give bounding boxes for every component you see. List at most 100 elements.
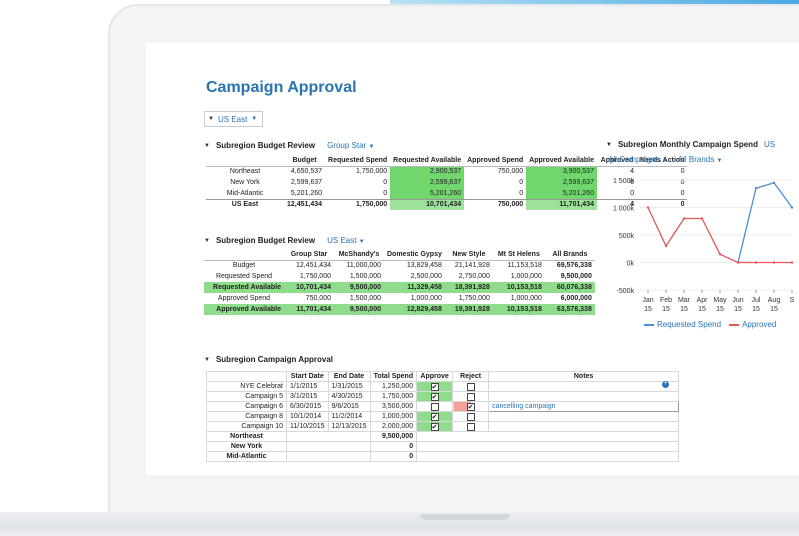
table-row: Requested Spend 1,750,000 1,500,000 2,500,0… xyxy=(204,271,595,282)
table-row: Campaign 6 6/30/2015 9/6/2015 3,500,000 ✔ can… xyxy=(206,401,680,412)
table-cell: 11,701,434 xyxy=(526,198,597,210)
x-tick-label: May xyxy=(713,297,727,304)
total-spend: 1,250,000 xyxy=(369,381,418,392)
subregion-name: Northeast xyxy=(206,431,287,442)
notes-field[interactable]: cancelling campaign xyxy=(488,401,680,412)
brand-review-table: Group Star McShandy's Domestic Gypsy New St… xyxy=(204,249,595,315)
approve-checkbox[interactable]: ✔ xyxy=(430,422,439,431)
table-cell: 1,500,000 xyxy=(349,295,381,302)
x-tick-label: S xyxy=(790,297,795,304)
x-tick-label: 15 xyxy=(770,306,778,313)
table-cell: 11,153,518 xyxy=(507,262,542,270)
table-cell: 1,750,000 xyxy=(325,198,391,210)
data-point xyxy=(754,187,758,190)
column-header: Domestic Gypsy xyxy=(384,249,445,261)
table-row: Campaign 10 11/10/2015 12/13/2015 2,000,000… xyxy=(206,421,680,432)
column-header: Total Spend xyxy=(369,371,418,382)
data-point xyxy=(664,244,668,248)
x-tick-label: Jan xyxy=(642,297,653,304)
table-cell: 5,201,260 xyxy=(390,188,465,199)
row-label: New York xyxy=(230,179,260,186)
y-tick-label: 0k xyxy=(627,261,635,268)
approve-cell xyxy=(416,401,454,412)
empty-cell xyxy=(416,431,680,442)
approve-cell: ✔ xyxy=(416,411,454,422)
table-cell: 63,576,338 xyxy=(544,304,595,315)
brand-filter[interactable]: All Brands ▼ xyxy=(678,155,723,164)
empty-cell xyxy=(286,441,371,452)
campaign-name: Campaign 5 xyxy=(206,391,287,402)
table-cell: 750,000 xyxy=(497,168,524,176)
reject-checkbox[interactable] xyxy=(466,412,475,421)
table-cell: 0 xyxy=(383,179,388,186)
data-point xyxy=(772,261,776,264)
table-cell: 1,750,000 xyxy=(458,295,490,302)
column-header: McShandy's xyxy=(334,249,384,261)
collapse-toggle-icon[interactable]: ▼ xyxy=(606,142,612,148)
campaign-approval-table: Start Date End Date Total Spend Approve Reje… xyxy=(206,371,680,462)
table-cell: 2,900,537 xyxy=(390,166,465,177)
table-row: NYE Celebrat 1/1/2015 1/31/2015 1,250,000 ✔ xyxy=(206,381,680,392)
table-cell: 1,750,000 xyxy=(299,273,331,280)
approve-cell: ✔ xyxy=(416,421,454,432)
campaign-filter[interactable]: All Campaigns ▼ xyxy=(608,155,668,164)
column-header xyxy=(206,371,287,382)
table-cell: 13,829,458 xyxy=(406,262,442,270)
table-cell: 1,000,000 xyxy=(510,295,542,302)
budget-review-title: Subregion Budget Review xyxy=(215,141,316,150)
chart-header: ▼ Subregion Monthly Campaign Spend US xyxy=(606,140,775,149)
caret-down-icon: ▼ xyxy=(251,116,258,122)
x-tick-label: 15 xyxy=(752,306,760,313)
row-label: US East xyxy=(206,198,284,210)
subtotal-row: Mid-Atlantic 0 xyxy=(206,451,680,462)
x-tick-label: Jul xyxy=(752,297,761,304)
brand-review-header: ▼ Subregion Budget Review US East ▼ xyxy=(204,236,365,245)
notes-field[interactable] xyxy=(488,381,680,392)
reject-checkbox[interactable] xyxy=(466,392,475,401)
notes-field[interactable] xyxy=(488,421,680,432)
group-filter[interactable]: Group Star ▼ xyxy=(327,141,374,150)
end-date: 12/13/2015 xyxy=(327,421,371,432)
reject-checkbox[interactable] xyxy=(466,382,475,391)
page-title: Campaign Approval xyxy=(206,79,357,96)
approve-checkbox[interactable]: ✔ xyxy=(430,412,439,421)
subtotal-row: New York 0 xyxy=(206,441,680,452)
table-cell: 10,701,434 xyxy=(390,198,465,210)
notes-field[interactable] xyxy=(488,391,680,402)
table-cell: 2,599,637 xyxy=(526,177,597,188)
approve-checkbox[interactable]: ✔ xyxy=(430,392,439,401)
table-cell: 69,576,338 xyxy=(556,262,592,270)
column-header: Approved Available xyxy=(526,155,597,167)
collapse-toggle-icon[interactable]: ▼ xyxy=(204,357,210,363)
column-header: Group Star xyxy=(284,249,334,261)
approve-checkbox[interactable] xyxy=(430,402,439,411)
region-filter[interactable]: US East ▼ xyxy=(327,236,365,245)
table-cell: 5,201,260 xyxy=(526,188,597,199)
table-cell: 21,141,928 xyxy=(454,262,490,270)
notes-field[interactable] xyxy=(488,411,680,422)
reject-checkbox[interactable] xyxy=(466,422,475,431)
reject-cell xyxy=(452,411,490,422)
laptop-base xyxy=(0,512,799,536)
row-label: Approved Spend xyxy=(217,295,271,302)
approve-checkbox[interactable]: ✔ xyxy=(430,382,439,391)
approve-cell: ✔ xyxy=(416,391,454,402)
y-tick-label: 1 000k xyxy=(613,206,635,213)
total-spend: 3,500,000 xyxy=(369,401,418,412)
column-header: Requested Spend xyxy=(325,155,391,167)
table-row: Approved Spend 750,000 1,500,000 1,000,000 1… xyxy=(204,293,595,304)
y-tick-label: -500k xyxy=(616,288,634,295)
reject-cell xyxy=(452,421,490,432)
region-select[interactable]: ▼ US East ▼ xyxy=(204,111,263,127)
collapse-toggle-icon[interactable]: ▼ xyxy=(204,143,210,149)
add-row-button[interactable]: + xyxy=(662,381,669,388)
laptop-notch xyxy=(420,514,510,520)
table-cell: 12,451,434 xyxy=(284,198,326,210)
series-line-requested xyxy=(737,181,793,263)
table-cell: 11,329,458 xyxy=(384,282,445,293)
table-cell: 0 xyxy=(383,189,388,197)
collapse-toggle-icon[interactable]: ▼ xyxy=(204,238,210,244)
monthly-spend-chart: 1 500k 1 000k 500k 0k -500k Jan 15 Feb 15 Mar 15 Ap… xyxy=(613,178,795,313)
reject-checkbox[interactable]: ✔ xyxy=(466,402,475,411)
end-date: 11/2/2014 xyxy=(327,411,371,422)
